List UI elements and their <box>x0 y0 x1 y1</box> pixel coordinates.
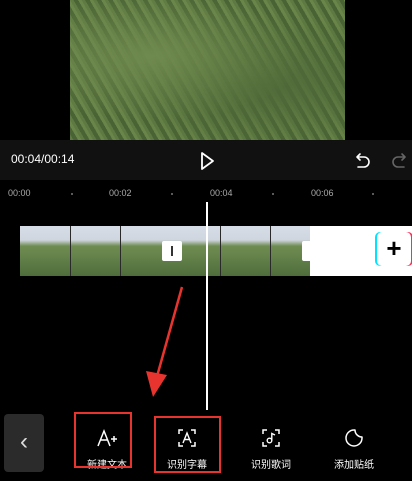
ruler-tick <box>272 193 274 195</box>
tool-label: 识别歌词 <box>251 460 291 471</box>
timecode: 00:04/00:14 <box>11 152 75 166</box>
red-arrow-annotation <box>146 286 184 397</box>
highlight-box-new-text <box>74 412 132 468</box>
redo-icon[interactable] <box>390 151 410 171</box>
ruler-label: 00:00 <box>8 188 31 198</box>
ruler-tick <box>71 193 73 195</box>
recognize-lyrics-button[interactable]: 识别歌词 <box>236 410 306 481</box>
thumbnail-divider <box>70 226 71 276</box>
ruler-label: 00:02 <box>109 188 132 198</box>
add-clip-button[interactable]: + <box>377 232 411 266</box>
ruler-tick <box>171 193 173 195</box>
ruler-tick <box>372 193 374 195</box>
highlight-box-recognize-subtitle <box>154 416 221 473</box>
thumbnail-divider <box>120 226 121 276</box>
ruler-label: 00:04 <box>210 188 233 198</box>
video-preview[interactable] <box>70 0 345 140</box>
chevron-left-icon[interactable]: ‹ <box>4 414 44 472</box>
thumbnail-divider <box>270 226 271 276</box>
thumbnail-divider <box>220 226 221 276</box>
add-sticker-button[interactable]: 添加贴纸 <box>319 410 389 481</box>
recognize-lyrics-icon <box>262 429 280 447</box>
clip-transition-handle[interactable] <box>162 241 182 261</box>
sticker-icon <box>345 429 363 447</box>
undo-icon[interactable] <box>352 151 372 171</box>
ruler-label: 00:06 <box>311 188 334 198</box>
playhead[interactable] <box>206 202 208 410</box>
play-icon[interactable] <box>197 151 217 171</box>
tool-label: 添加贴纸 <box>334 460 374 471</box>
